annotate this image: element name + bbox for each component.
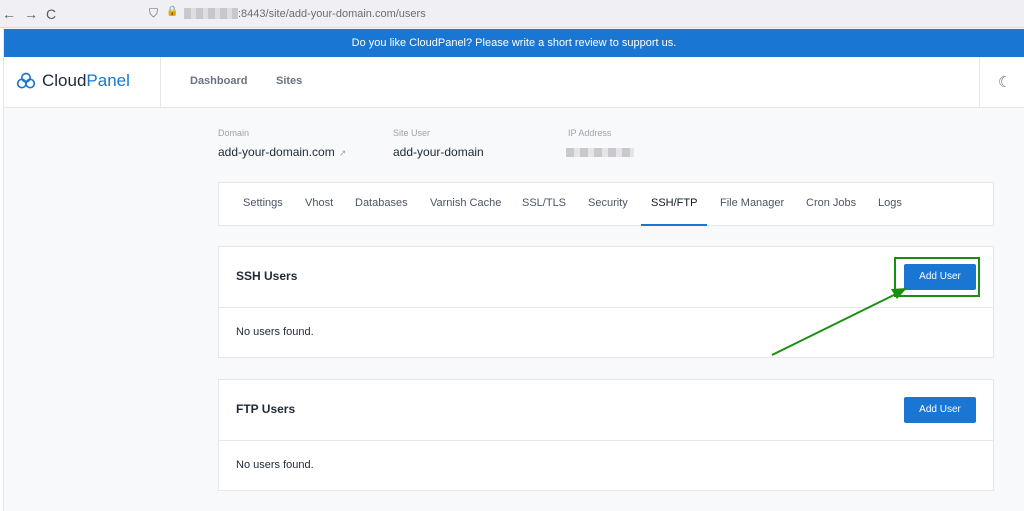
annotation-arrow — [771, 288, 907, 356]
